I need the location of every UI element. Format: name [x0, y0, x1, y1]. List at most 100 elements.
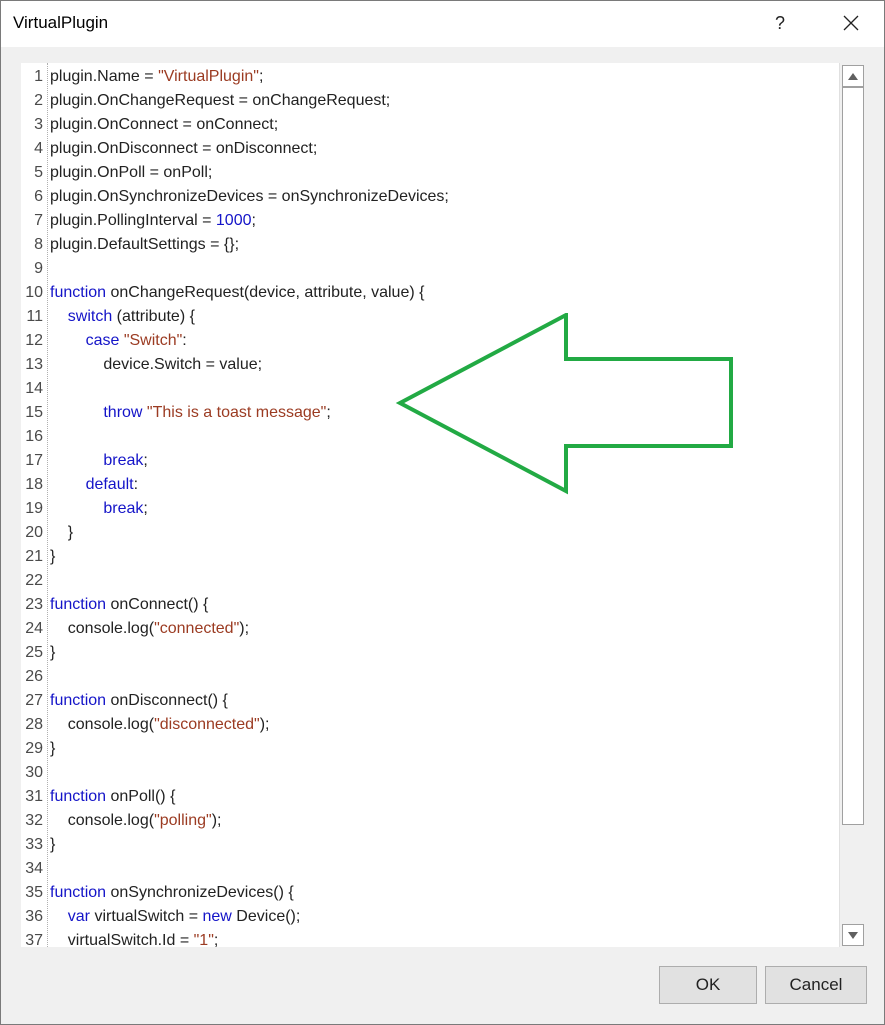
code-editor[interactable]: 1 plugin.Name = "VirtualPlugin"; 2 plugin.O…: [21, 63, 865, 947]
code-token: onDisconnect() {: [106, 692, 228, 709]
code-token: plugin.OnPoll = onPoll;: [50, 164, 213, 181]
code-token: :: [182, 332, 187, 349]
code-token-kw: new: [202, 908, 232, 925]
code-text: plugin.Name = "VirtualPlugin";: [50, 65, 263, 89]
close-button[interactable]: [831, 5, 871, 41]
code-token: );: [239, 620, 250, 637]
code-text: function onConnect() {: [50, 593, 208, 617]
code-token-str: "connected": [154, 620, 240, 637]
cancel-button[interactable]: Cancel: [765, 966, 867, 1004]
title-bar: VirtualPlugin ?: [1, 1, 884, 47]
line-number: 32: [25, 812, 43, 829]
line-number: 2: [34, 92, 43, 109]
code-token-str: "VirtualPlugin": [158, 68, 259, 85]
code-token: console.log(: [50, 620, 155, 637]
code-token-kw: function: [50, 596, 107, 613]
line-number: 23: [25, 596, 43, 613]
code-text: plugin.OnConnect = onConnect;: [50, 113, 278, 137]
scroll-up-icon: [848, 72, 858, 80]
code-token: virtualSwitch.Id =: [50, 932, 194, 947]
line-number: 26: [25, 668, 43, 685]
code-token: );: [211, 812, 222, 829]
code-text: plugin.OnDisconnect = onDisconnect;: [50, 137, 317, 161]
code-text: plugin.PollingInterval = 1000;: [50, 209, 256, 233]
code-text: }: [50, 521, 73, 545]
code-token: }: [50, 740, 56, 757]
code-token: Device();: [231, 908, 301, 925]
code-text: plugin.OnSynchronizeDevices = onSynchron…: [50, 185, 449, 209]
code-text: default:: [50, 473, 139, 497]
code-text: break;: [50, 449, 148, 473]
code-token-kw: function: [50, 692, 107, 709]
arrow-left-icon: [395, 313, 733, 495]
help-button[interactable]: ?: [761, 5, 799, 41]
line-number: 34: [25, 860, 43, 877]
code-token: onSynchronizeDevices() {: [106, 884, 294, 901]
vertical-scrollbar[interactable]: [839, 63, 865, 947]
code-token-kw: function: [50, 284, 107, 301]
code-text: plugin.DefaultSettings = {};: [50, 233, 239, 257]
code-token: ;: [143, 452, 148, 469]
scroll-down-button[interactable]: [842, 924, 864, 946]
code-text: function onSynchronizeDevices() {: [50, 881, 294, 905]
code-text: virtualSwitch.Id = "1";: [50, 929, 219, 947]
line-number: 3: [34, 116, 43, 133]
line-number: 37: [25, 932, 43, 947]
code-token-kw: break: [103, 500, 144, 517]
code-token-kw: break: [103, 452, 144, 469]
scroll-up-button[interactable]: [842, 65, 864, 87]
code-token-kw: switch: [67, 308, 113, 325]
code-text: switch (attribute) {: [50, 305, 195, 329]
line-number: 24: [25, 620, 43, 637]
code-text: }: [50, 545, 55, 569]
code-token: console.log(: [50, 812, 155, 829]
line-number: 22: [25, 572, 43, 589]
code-token: plugin.OnConnect = onConnect;: [50, 116, 279, 133]
code-token-num: 1000: [215, 212, 252, 229]
code-token: plugin.PollingInterval =: [50, 212, 216, 229]
line-number: 10: [25, 284, 43, 301]
code-text: var virtualSwitch = new Device();: [50, 905, 301, 929]
code-token: ;: [213, 932, 219, 947]
annotation-arrow-shape: [395, 313, 733, 495]
code-token: onChangeRequest(device, attribute, value…: [106, 284, 425, 301]
code-text: device.Switch = value;: [50, 353, 262, 377]
line-number: 30: [25, 764, 43, 781]
line-number: 4: [34, 140, 43, 157]
line-number: 12: [25, 332, 43, 349]
code-token-kw: throw: [103, 404, 143, 421]
code-token: device.Switch = value;: [50, 356, 263, 373]
code-text: }: [50, 737, 55, 761]
line-number: 7: [34, 212, 43, 229]
ok-button[interactable]: OK: [659, 966, 757, 1004]
code-token: }: [50, 524, 74, 541]
scrollbar-thumb[interactable]: [842, 87, 864, 825]
plugin-dialog: VirtualPlugin ? 1 plugin.Name = "VirtualP…: [0, 0, 885, 1025]
line-number: 1: [34, 68, 43, 85]
code-text: case "Switch":: [50, 329, 187, 353]
code-text: }: [50, 833, 55, 857]
gutter-separator: [47, 63, 48, 947]
line-number: 18: [25, 476, 43, 493]
code-token-kw: function: [50, 788, 107, 805]
line-number: 5: [34, 164, 43, 181]
line-number: 35: [25, 884, 43, 901]
code-token-kw: var: [67, 908, 91, 925]
line-number: 13: [25, 356, 43, 373]
code-token-str: "disconnected": [154, 716, 260, 733]
line-number: 16: [25, 428, 43, 445]
line-number: 15: [25, 404, 43, 421]
scroll-down-icon: [848, 931, 858, 939]
close-icon: [843, 15, 859, 31]
code-token: plugin.OnDisconnect = onDisconnect;: [50, 140, 318, 157]
line-number: 29: [25, 740, 43, 757]
code-token-kw: default: [85, 476, 134, 493]
code-text: function onDisconnect() {: [50, 689, 228, 713]
code-token: ;: [143, 500, 148, 517]
code-token-kw: case: [85, 332, 120, 349]
